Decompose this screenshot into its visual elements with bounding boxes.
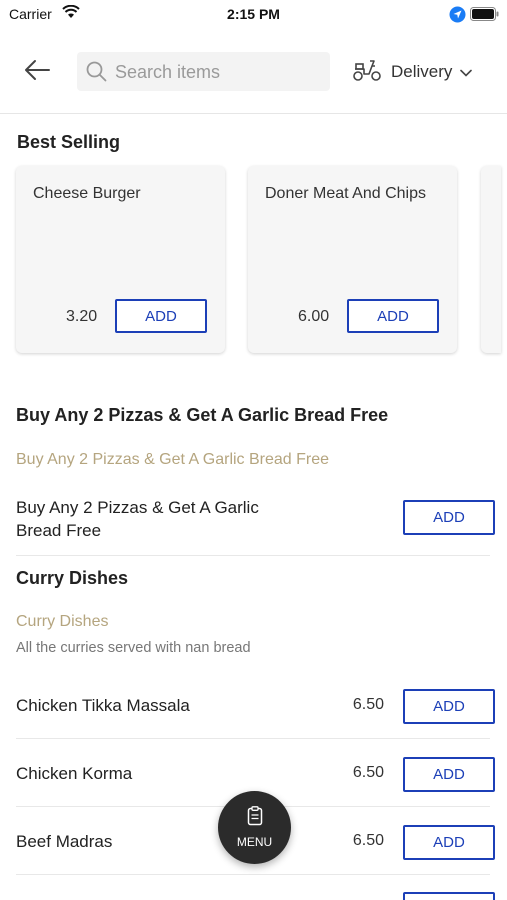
search-input[interactable]: Search items: [77, 52, 330, 91]
item-name: Chicken Korma: [16, 764, 133, 783]
item-name: Buy Any 2 Pizzas & Get A Garlic Bread Fr…: [16, 496, 259, 542]
battery-icon: [470, 7, 500, 26]
product-card-partial[interactable]: [481, 166, 501, 353]
add-button[interactable]: ADD: [403, 689, 495, 724]
item-name-line: Buy Any 2 Pizzas & Get A Garlic: [16, 498, 259, 517]
back-button[interactable]: [20, 58, 54, 86]
search-icon: [86, 61, 107, 87]
add-button[interactable]: ADD: [403, 757, 495, 792]
location-arrow-icon: [449, 6, 466, 28]
divider: [16, 555, 490, 556]
search-placeholder: Search items: [115, 62, 221, 82]
menu-button[interactable]: MENU: [218, 791, 291, 864]
chevron-down-icon: [460, 64, 473, 82]
back-arrow-icon: [23, 59, 51, 86]
category-title: Curry Dishes: [16, 568, 129, 588]
menu-item-row[interactable]: Chicken Tikka Massala 6.50 ADD: [16, 686, 495, 726]
category-subtitle: Curry Dishes: [16, 613, 109, 630]
category-description: All the curries served with nan bread: [16, 640, 251, 656]
category-subtitle: Buy Any 2 Pizzas & Get A Garlic Bread Fr…: [16, 451, 330, 468]
divider: [16, 738, 490, 739]
add-button[interactable]: ADD: [347, 299, 439, 333]
menu-clipboard-icon: [247, 806, 263, 831]
add-button-partial[interactable]: [403, 892, 495, 900]
product-name: Doner Meat And Chips: [265, 185, 426, 202]
item-name: Beef Madras: [16, 832, 113, 851]
product-price: 3.20: [66, 308, 98, 325]
menu-item-row[interactable]: Chicken Korma 6.50 ADD: [16, 754, 495, 794]
divider: [16, 874, 490, 875]
menu-item-row[interactable]: Buy Any 2 Pizzas & Get A Garlic Bread Fr…: [16, 494, 495, 550]
product-card[interactable]: Doner Meat And Chips 6.00 ADD: [248, 166, 457, 353]
item-price: 6.50: [352, 764, 384, 781]
item-price: 6.50: [352, 696, 384, 713]
product-card[interactable]: Cheese Burger 3.20 ADD: [16, 166, 225, 353]
status-bar: Carrier 2:15 PM: [0, 0, 507, 30]
product-name: Cheese Burger: [33, 185, 141, 202]
product-price: 6.00: [298, 308, 330, 325]
menu-label: MENU: [236, 835, 273, 849]
item-name: Chicken Tikka Massala: [16, 696, 190, 715]
add-button[interactable]: ADD: [115, 299, 207, 333]
clock: 2:15 PM: [227, 6, 280, 22]
item-name-line: Bread Free: [16, 521, 102, 540]
best-selling-title: Best Selling: [17, 132, 121, 152]
category-title: Buy Any 2 Pizzas & Get A Garlic Bread Fr…: [16, 405, 389, 425]
add-button[interactable]: ADD: [403, 825, 495, 860]
delivery-selector[interactable]: Delivery: [352, 58, 473, 87]
add-button[interactable]: ADD: [403, 500, 495, 535]
delivery-label: Delivery: [391, 62, 453, 81]
item-price: 6.50: [352, 832, 384, 849]
scooter-icon: [352, 58, 382, 87]
top-bar: Search items Delivery: [0, 44, 507, 114]
